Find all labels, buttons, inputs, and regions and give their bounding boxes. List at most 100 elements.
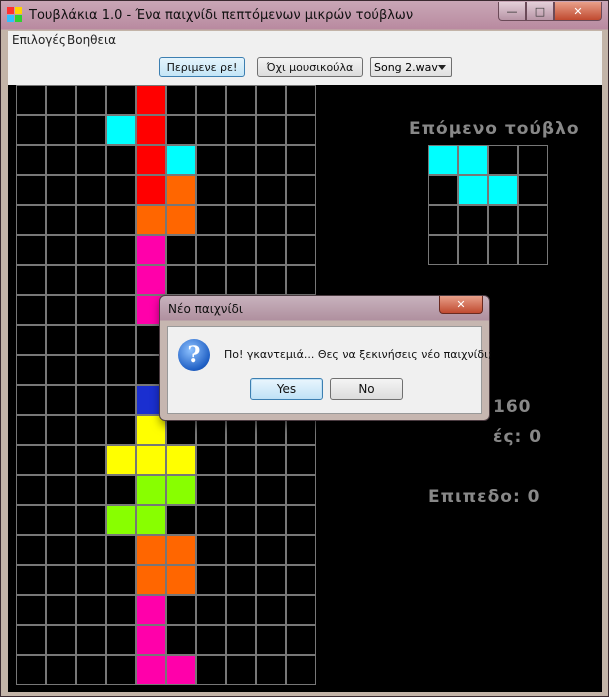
board-cell xyxy=(16,175,46,205)
board-cell xyxy=(76,115,106,145)
no-button[interactable]: No xyxy=(330,378,403,400)
board-cell xyxy=(16,355,46,385)
board-cell xyxy=(16,295,46,325)
board-cell xyxy=(76,235,106,265)
board-cell xyxy=(46,145,76,175)
dialog-close-button[interactable]: ✕ xyxy=(439,296,483,314)
board-cell xyxy=(286,145,316,175)
board-cell xyxy=(226,205,256,235)
board-cell xyxy=(286,265,316,295)
board-block-orange xyxy=(166,565,196,595)
board-cell xyxy=(286,205,316,235)
board-cell xyxy=(46,235,76,265)
chevron-down-icon xyxy=(438,65,446,70)
board-cell xyxy=(46,385,76,415)
board-cell xyxy=(106,205,136,235)
board-cell xyxy=(106,625,136,655)
board-cell xyxy=(106,175,136,205)
next-piece-cell xyxy=(488,205,518,235)
menu-help[interactable]: Βοηθεια xyxy=(67,33,116,47)
board-cell xyxy=(256,445,286,475)
board-cell xyxy=(76,175,106,205)
board-cell xyxy=(166,85,196,115)
board-cell xyxy=(76,445,106,475)
board-cell xyxy=(256,265,286,295)
next-piece-cell xyxy=(458,235,488,265)
board-block-orange xyxy=(136,205,166,235)
board-block-green xyxy=(136,475,166,505)
board-cell xyxy=(76,505,106,535)
minimize-button[interactable]: — xyxy=(498,2,526,21)
board-cell xyxy=(106,655,136,685)
level-value: Επιπεδο: 0 xyxy=(428,487,541,507)
board-cell xyxy=(16,625,46,655)
board-cell xyxy=(46,625,76,655)
board-cell xyxy=(256,595,286,625)
menu-options[interactable]: Επιλογές xyxy=(12,33,66,47)
board-cell xyxy=(286,85,316,115)
board-block-magenta xyxy=(136,595,166,625)
board-cell xyxy=(76,355,106,385)
board-cell xyxy=(196,265,226,295)
board-block-orange xyxy=(166,175,196,205)
board-cell xyxy=(76,595,106,625)
next-piece-cell xyxy=(428,175,458,205)
board-cell xyxy=(46,85,76,115)
board-cell xyxy=(76,415,106,445)
board-cell xyxy=(286,535,316,565)
board-block-green xyxy=(106,505,136,535)
board-block-yellow xyxy=(136,445,166,475)
board-cell xyxy=(196,625,226,655)
board-block-magenta xyxy=(166,655,196,685)
board-cell xyxy=(106,145,136,175)
yes-button[interactable]: Yes xyxy=(250,378,323,400)
board-cell xyxy=(256,175,286,205)
board-cell xyxy=(256,115,286,145)
board-cell xyxy=(106,415,136,445)
board-cell xyxy=(166,505,196,535)
pause-button[interactable]: Περιμενε ρε! xyxy=(159,57,245,77)
next-piece-cell xyxy=(518,235,548,265)
board-cell xyxy=(256,475,286,505)
board-block-cyan xyxy=(166,145,196,175)
board-cell xyxy=(16,85,46,115)
board-cell xyxy=(256,505,286,535)
close-button[interactable]: ✕ xyxy=(554,2,602,21)
title-bar[interactable]: Τουβλάκια 1.0 - Ένα παιχνίδι πεπτόμενων … xyxy=(1,1,608,31)
board-cell xyxy=(226,85,256,115)
board-cell xyxy=(226,145,256,175)
board-cell xyxy=(226,115,256,145)
board-cell xyxy=(226,175,256,205)
board-cell xyxy=(286,445,316,475)
board-cell xyxy=(106,355,136,385)
board-cell xyxy=(196,235,226,265)
next-piece-block-cyan xyxy=(458,175,488,205)
board-cell xyxy=(196,655,226,685)
board-cell xyxy=(196,145,226,175)
board-cell xyxy=(16,235,46,265)
board-cell xyxy=(16,325,46,355)
board-cell xyxy=(166,625,196,655)
song-select[interactable]: Song 2.wav xyxy=(370,57,452,77)
board-cell xyxy=(46,505,76,535)
board-block-red xyxy=(136,85,166,115)
board-cell xyxy=(196,85,226,115)
board-cell xyxy=(46,655,76,685)
board-cell xyxy=(16,385,46,415)
board-cell xyxy=(286,505,316,535)
board-cell xyxy=(76,325,106,355)
board-cell xyxy=(106,295,136,325)
next-piece-block-cyan xyxy=(488,175,518,205)
maximize-button[interactable]: □ xyxy=(526,2,554,21)
board-block-red xyxy=(136,175,166,205)
board-cell xyxy=(196,595,226,625)
music-toggle-button[interactable]: Όχι μουσικούλα xyxy=(257,57,363,77)
board-block-magenta xyxy=(136,265,166,295)
board-cell xyxy=(286,565,316,595)
toolbar: Περιμενε ρε! Όχι μουσικούλα Song 2.wav xyxy=(8,51,602,85)
board-block-green xyxy=(166,475,196,505)
app-blocks-icon xyxy=(7,7,23,23)
board-cell xyxy=(256,235,286,265)
board-cell xyxy=(16,265,46,295)
board-cell xyxy=(286,625,316,655)
